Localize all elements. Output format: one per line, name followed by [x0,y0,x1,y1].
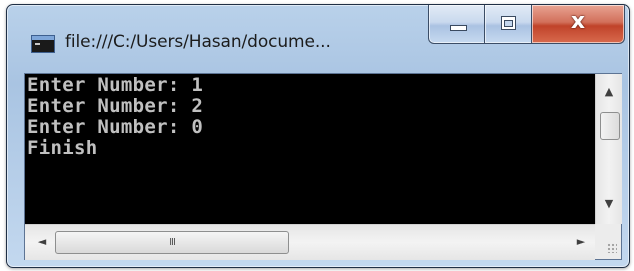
minimize-button[interactable] [428,5,486,44]
scroll-down-arrow-icon[interactable]: ▼ [596,194,622,214]
horizontal-scrollbar[interactable]: ◄ III ► [25,224,595,260]
maximize-icon [501,16,516,30]
console-output[interactable]: Enter Number: 1 Enter Number: 2 Enter Nu… [25,74,595,224]
console-line: Enter Number: 2 [27,95,204,117]
title-bar[interactable]: file:///C:/Users/Hasan/docume... x [7,5,629,59]
minimize-icon [450,25,467,31]
vertical-scrollbar[interactable]: ▲ ▼ [595,74,622,224]
horizontal-scroll-thumb[interactable]: III [55,231,289,254]
console-window: file:///C:/Users/Hasan/docume... x Enter… [6,4,630,268]
caption-buttons: x [428,5,625,45]
vertical-scroll-thumb[interactable] [600,112,620,140]
console-line: Finish [27,137,98,159]
size-grip[interactable] [595,224,621,259]
window-title: file:///C:/Users/Hasan/docume... [65,32,331,52]
close-button[interactable]: x [531,5,625,44]
close-icon: x [570,9,586,34]
console-line: Enter Number: 1 [27,74,204,96]
console-client-area: Enter Number: 1 Enter Number: 2 Enter Nu… [24,73,622,260]
grip-icon: III [169,237,176,248]
console-line: Enter Number: 0 [27,116,204,138]
scroll-up-arrow-icon[interactable]: ▲ [596,82,622,102]
scroll-right-arrow-icon[interactable]: ► [570,232,592,252]
maximize-button[interactable] [484,5,533,44]
resize-grip-icon [607,243,617,253]
scroll-left-arrow-icon[interactable]: ◄ [31,232,53,252]
console-app-icon[interactable] [31,35,55,53]
